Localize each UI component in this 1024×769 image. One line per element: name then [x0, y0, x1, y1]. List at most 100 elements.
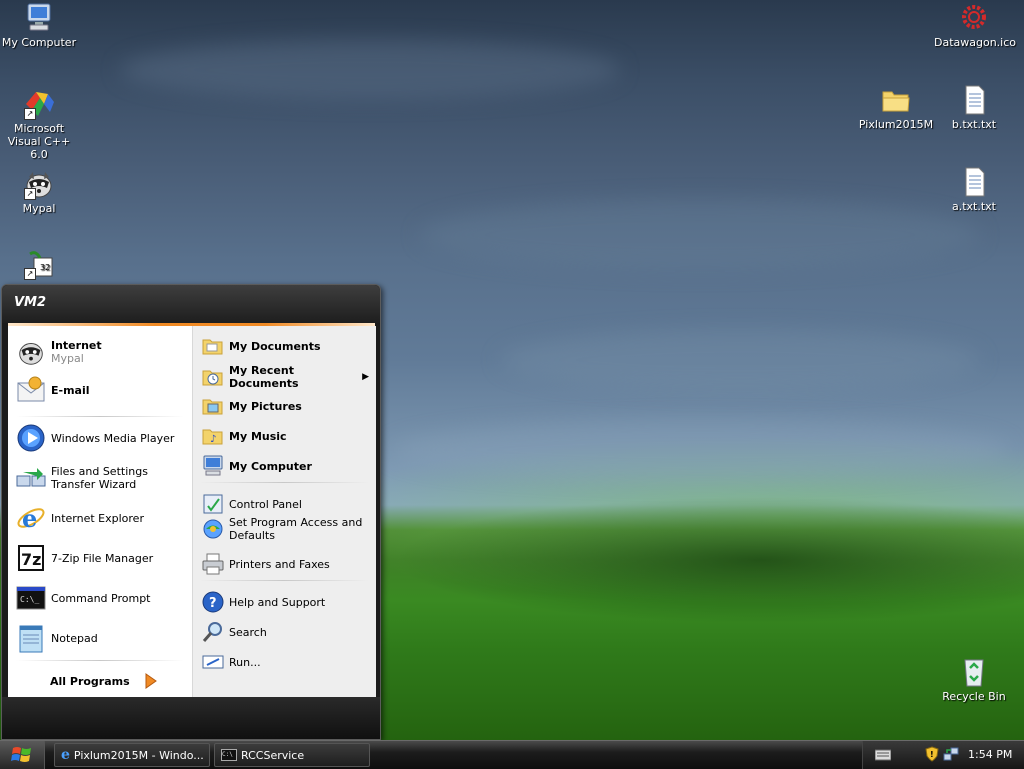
- recent-item-notepad[interactable]: Notepad: [15, 622, 98, 654]
- folder-documents-icon: [201, 334, 225, 358]
- recycle-bin-icon: [957, 656, 991, 688]
- set-program-access-link[interactable]: Set Program Access and Defaults: [201, 516, 371, 542]
- search-label: Search: [229, 625, 267, 639]
- printer-icon: [201, 552, 225, 576]
- clock[interactable]: 1:54 PM: [968, 748, 1012, 761]
- desktop-icon-my-computer[interactable]: My Computer: [0, 2, 79, 49]
- svg-text:?: ?: [209, 596, 217, 611]
- printers-faxes-link[interactable]: Printers and Faxes: [201, 552, 330, 576]
- search-link[interactable]: Search: [201, 620, 267, 644]
- svg-text:♪: ♪: [210, 434, 216, 445]
- recent-item-internet-explorer[interactable]: e Internet Explorer: [15, 502, 144, 534]
- my-computer-link[interactable]: My Computer: [201, 454, 312, 478]
- separator: [16, 660, 184, 661]
- desktop-icon-partial[interactable]: 32 ↗: [0, 248, 79, 282]
- svg-text:7z: 7z: [21, 550, 41, 569]
- desktop-icon-label: Microsoft Visual C++ 6.0: [7, 122, 71, 161]
- help-support-link[interactable]: ? Help and Support: [201, 590, 325, 614]
- desktop-icon-label: a.txt.txt: [951, 200, 996, 213]
- svg-text:C:\_: C:\_: [20, 595, 39, 604]
- desktop-icon-atxt[interactable]: a.txt.txt: [934, 166, 1014, 213]
- command-prompt-icon: C:\_: [15, 582, 47, 614]
- my-music-label: My Music: [229, 429, 287, 443]
- svg-text:e: e: [22, 504, 37, 533]
- control-panel-icon: [201, 492, 225, 516]
- pinned-internet-sub: Mypal: [51, 352, 84, 365]
- folder-icon: [879, 84, 913, 116]
- recent-item-files-settings-transfer[interactable]: Files and Settings Transfer Wizard: [15, 462, 191, 494]
- printers-faxes-label: Printers and Faxes: [229, 557, 330, 571]
- recent-item-command-prompt[interactable]: C:\_ Command Prompt: [15, 582, 151, 614]
- cloud: [420, 200, 980, 270]
- run-link[interactable]: Run...: [201, 650, 261, 674]
- taskbar-button-pixlum[interactable]: e Pixlum2015M - Windo...: [54, 743, 210, 767]
- my-pictures-label: My Pictures: [229, 399, 302, 413]
- visual-cpp-icon: ↗: [22, 88, 56, 120]
- svg-text:!: !: [930, 750, 934, 759]
- my-pictures-link[interactable]: My Pictures: [201, 394, 302, 418]
- desktop-icon-msvc[interactable]: ↗ Microsoft Visual C++ 6.0: [0, 88, 79, 161]
- desktop-icon-recycle-bin[interactable]: Recycle Bin: [934, 656, 1014, 703]
- notepad-icon: [15, 622, 47, 654]
- my-music-link[interactable]: ♪ My Music: [201, 424, 287, 448]
- run-label: Run...: [229, 655, 261, 669]
- start-menu-left-pane: Internet Mypal E-mail Windows Media Play…: [8, 326, 192, 697]
- shortcut-arrow-icon: ↗: [24, 268, 36, 280]
- start-button[interactable]: [0, 741, 45, 769]
- internet-explorer-icon: e: [61, 747, 70, 763]
- desktop-icon-btxt[interactable]: b.txt.txt: [934, 84, 1014, 131]
- control-panel-label: Control Panel: [229, 497, 302, 511]
- program-access-icon: [201, 517, 225, 541]
- text-file-icon: [957, 166, 991, 198]
- pinned-internet-label: Internet: [51, 339, 102, 352]
- taskbar-button-rccservice[interactable]: C:\ RCCService: [214, 743, 370, 767]
- keyboard-icon[interactable]: [875, 749, 891, 761]
- start-menu-right-pane: My Documents My Recent Documents ▶ My Pi…: [192, 326, 376, 697]
- recent-item-7zip[interactable]: 7z 7-Zip File Manager: [15, 542, 153, 574]
- recent-item-label: Command Prompt: [51, 591, 151, 605]
- raccoon-icon: [15, 336, 47, 368]
- pinned-internet[interactable]: Internet Mypal: [15, 336, 102, 368]
- search-icon: [201, 620, 225, 644]
- my-documents-label: My Documents: [229, 339, 321, 353]
- my-recent-documents-label: My Recent Documents: [229, 364, 299, 390]
- help-support-label: Help and Support: [229, 595, 326, 609]
- cloud: [500, 330, 980, 390]
- separator: [199, 580, 369, 581]
- taskbar-button-label: RCCService: [241, 748, 305, 762]
- desktop-icon-label: Datawagon.ico: [934, 36, 1017, 49]
- shortcut-arrow-icon: ↗: [24, 188, 36, 200]
- shortcut-arrow-icon: ↗: [24, 108, 36, 120]
- arrow-right-icon: [145, 673, 157, 689]
- computer-icon: [201, 454, 225, 478]
- email-icon: [15, 374, 47, 406]
- set-program-access-label: Set Program Access and Defaults: [229, 516, 363, 542]
- desktop-icon-mypal[interactable]: ↗ Mypal: [0, 168, 79, 215]
- desktop-icon-label: Mypal: [22, 202, 56, 215]
- desktop-icon-datawagon[interactable]: Datawagon.ico: [934, 2, 1017, 49]
- 7zip-icon: 7z: [15, 542, 47, 574]
- all-programs-button[interactable]: All Programs: [50, 672, 160, 690]
- raccoon-icon: ↗: [22, 168, 56, 200]
- shield-icon[interactable]: !: [925, 746, 939, 762]
- desktop-icon-pixlum[interactable]: Pixlum2015M: [856, 84, 936, 131]
- cloud: [390, 420, 1010, 480]
- recent-item-windows-media-player[interactable]: Windows Media Player: [15, 422, 174, 454]
- desktop-icon-label: My Computer: [1, 36, 77, 49]
- app-icon: 32 ↗: [22, 248, 56, 280]
- recent-item-label: Files and Settings Transfer Wizard: [51, 465, 148, 491]
- recent-item-label: Internet Explorer: [51, 511, 144, 525]
- my-recent-documents-link[interactable]: My Recent Documents ▶: [201, 364, 369, 390]
- pinned-email[interactable]: E-mail: [15, 374, 90, 406]
- folder-music-icon: ♪: [201, 424, 225, 448]
- start-menu-footer: [2, 697, 380, 739]
- cloud: [120, 40, 620, 100]
- run-icon: [201, 650, 225, 674]
- desktop-icon-label: Recycle Bin: [942, 690, 1006, 703]
- control-panel-link[interactable]: Control Panel: [201, 492, 302, 516]
- my-documents-link[interactable]: My Documents: [201, 334, 321, 358]
- command-prompt-icon: C:\: [221, 749, 237, 761]
- computer-icon: [22, 2, 56, 34]
- windows-logo-icon: [11, 747, 31, 762]
- network-icon[interactable]: [943, 746, 959, 762]
